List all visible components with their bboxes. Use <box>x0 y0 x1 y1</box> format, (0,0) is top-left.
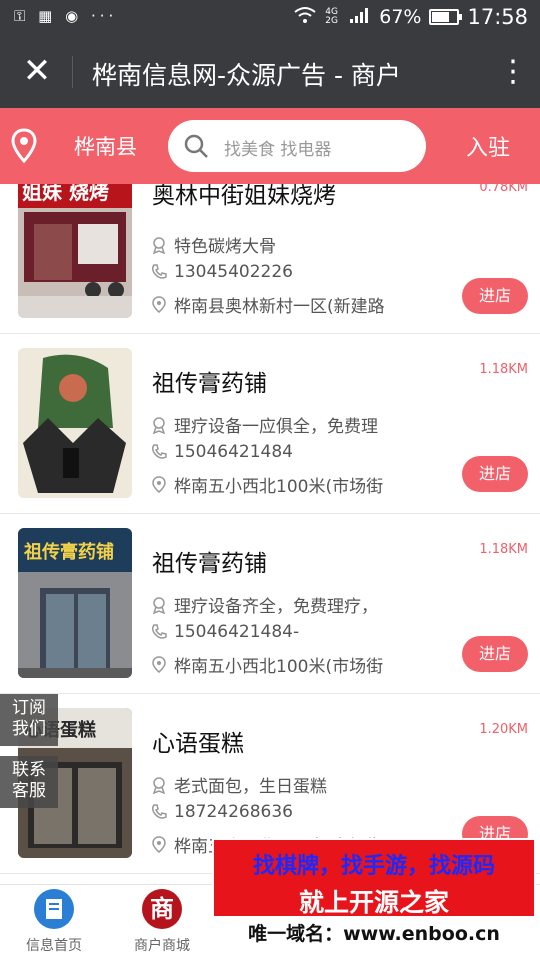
battery-icon <box>429 9 463 25</box>
ad-line-1: 找棋牌，找手游，找源码 <box>252 854 495 879</box>
ribbon-icon <box>152 416 166 434</box>
shop-distance: 1.20KM <box>479 722 528 737</box>
location-icon <box>152 655 166 673</box>
shop-card[interactable]: 祖传膏药铺 祖传膏药铺 1.18KM 理疗设备齐全，免费理疗， 15046421… <box>0 514 540 694</box>
ad-line-3: 唯一域名：www.enboo.cn <box>214 916 534 952</box>
shop-phone[interactable]: 18724268636 <box>174 802 293 822</box>
shop-card[interactable]: 姐妹 烧烤 奥林中街姐妹烧烤 0.78KM 特色碳烤大骨 13045402226… <box>0 184 540 334</box>
battery-percent: 67% <box>379 6 422 28</box>
shop-feature: 老式面包，生日蛋糕 <box>174 777 327 797</box>
shop-distance: 0.78KM <box>479 184 528 195</box>
search-input[interactable]: 找美食 找电器 <box>168 120 426 172</box>
network-label: 4G 2G <box>325 7 338 26</box>
status-left-icons: ⚿ ▦ ◉ ··· <box>14 7 118 25</box>
enter-shop-button[interactable]: 进店 <box>462 636 528 672</box>
thumb-sign: 姐妹 烧烤 <box>22 184 109 204</box>
shop-list[interactable]: 姐妹 烧烤 奥林中街姐妹烧烤 0.78KM 特色碳烤大骨 13045402226… <box>0 184 540 884</box>
shop-address: 桦南五小西北100米(市场街 <box>174 657 384 677</box>
search-placeholder: 找美食 找电器 <box>224 140 332 160</box>
phone-icon <box>151 804 167 819</box>
city-selector[interactable]: 桦南县 <box>74 131 137 161</box>
contact-support-tab[interactable]: 联系客服 <box>0 756 58 808</box>
ribbon-icon <box>152 596 166 614</box>
nav-label: 信息首页 <box>26 938 82 954</box>
shop-distance: 1.18KM <box>479 362 528 377</box>
join-button[interactable]: 入驻 <box>466 130 510 162</box>
location-icon <box>152 295 166 313</box>
shop-feature-row: 特色碳烤大骨 <box>150 232 276 257</box>
page-title: 桦南信息网-众源广告 - 商户 <box>92 61 401 90</box>
shop-name: 心语蛋糕 <box>152 731 244 757</box>
shop-feature-row: 理疗设备一应俱全，免费理 <box>150 412 378 437</box>
shop-feature-row: 理疗设备齐全，免费理疗， <box>150 592 378 617</box>
wifi-icon <box>293 6 317 29</box>
shop-address: 桦南五小西北100米(市场街 <box>174 477 384 497</box>
shop-address-row: 桦南五小西北100米(市场街 <box>150 472 383 497</box>
shop-feature-row: 老式面包，生日蛋糕 <box>150 772 327 797</box>
search-icon <box>182 132 210 160</box>
info-home-icon <box>34 889 74 929</box>
subscribe-tab[interactable]: 订阅我们 <box>0 694 58 746</box>
shop-address: 桦南县奥林新村一区(新建路 <box>174 297 385 317</box>
shop-phone-row[interactable]: 15046421484 <box>150 442 293 462</box>
ad-banner[interactable]: 找棋牌，找手游，找源码 就上开源之家 唯一域名：www.enboo.cn <box>212 838 536 954</box>
status-bar: ⚿ ▦ ◉ ··· 4G 2G 67% 17:58 <box>0 0 540 36</box>
nav-shop-mall[interactable]: 商 商户商城 <box>112 889 212 955</box>
shop-phone-row[interactable]: 13045402226 <box>150 262 293 282</box>
location-icon <box>152 835 166 853</box>
shop-name: 祖传膏药铺 <box>152 371 267 397</box>
shop-phone[interactable]: 15046421484 <box>174 442 293 462</box>
nav-info-home[interactable]: 信息首页 <box>4 889 104 955</box>
shop-thumbnail: 姐妹 烧烤 <box>18 184 132 318</box>
shop-address-row: 桦南县奥林新村一区(新建路 <box>150 292 385 317</box>
ad-line-2: 就上开源之家 <box>298 888 449 917</box>
shop-distance: 1.18KM <box>479 542 528 557</box>
shop-thumbnail <box>18 348 132 498</box>
thumb-sign: 祖传膏药铺 <box>24 542 114 563</box>
shop-thumbnail: 祖传膏药铺 <box>18 528 132 678</box>
title-divider <box>72 56 73 88</box>
close-icon[interactable]: ✕ <box>18 52 56 90</box>
phone-icon <box>151 444 167 459</box>
shop-card[interactable]: 祖传膏药铺 1.18KM 理疗设备一应俱全，免费理 15046421484 桦南… <box>0 334 540 514</box>
shop-mall-icon: 商 <box>142 889 182 929</box>
location-icon <box>152 475 166 493</box>
phone-icon <box>151 624 167 639</box>
shop-name: 祖传膏药铺 <box>152 551 267 577</box>
shop-address-row: 桦南五小西北100米(市场街 <box>150 652 383 677</box>
shop-feature: 理疗设备一应俱全，免费理 <box>174 417 378 437</box>
shop-phone-row[interactable]: 18724268636 <box>150 802 293 822</box>
ribbon-icon <box>152 236 166 254</box>
shop-feature: 理疗设备齐全，免费理疗， <box>174 597 378 617</box>
clock-time: 17:58 <box>467 5 528 29</box>
ribbon-icon <box>152 776 166 794</box>
enter-shop-button[interactable]: 进店 <box>462 278 528 314</box>
shop-name: 奥林中街姐妹烧烤 <box>152 184 336 209</box>
shop-phone-row[interactable]: 15046421484- <box>150 622 299 642</box>
shop-phone[interactable]: 13045402226 <box>174 262 293 282</box>
shop-feature: 特色碳烤大骨 <box>174 237 276 257</box>
phone-icon <box>151 264 167 279</box>
more-vertical-icon[interactable]: ⋮ <box>498 50 528 94</box>
signal-icon <box>349 6 371 29</box>
nav-label: 商户商城 <box>134 938 190 954</box>
search-header: 桦南县 找美食 找电器 入驻 <box>0 108 540 184</box>
location-pin-icon[interactable] <box>10 128 38 164</box>
shop-phone[interactable]: 15046421484- <box>174 622 299 642</box>
enter-shop-button[interactable]: 进店 <box>462 456 528 492</box>
title-bar: ✕ 桦南信息网-众源广告 - 商户 ⋮ <box>0 36 540 108</box>
